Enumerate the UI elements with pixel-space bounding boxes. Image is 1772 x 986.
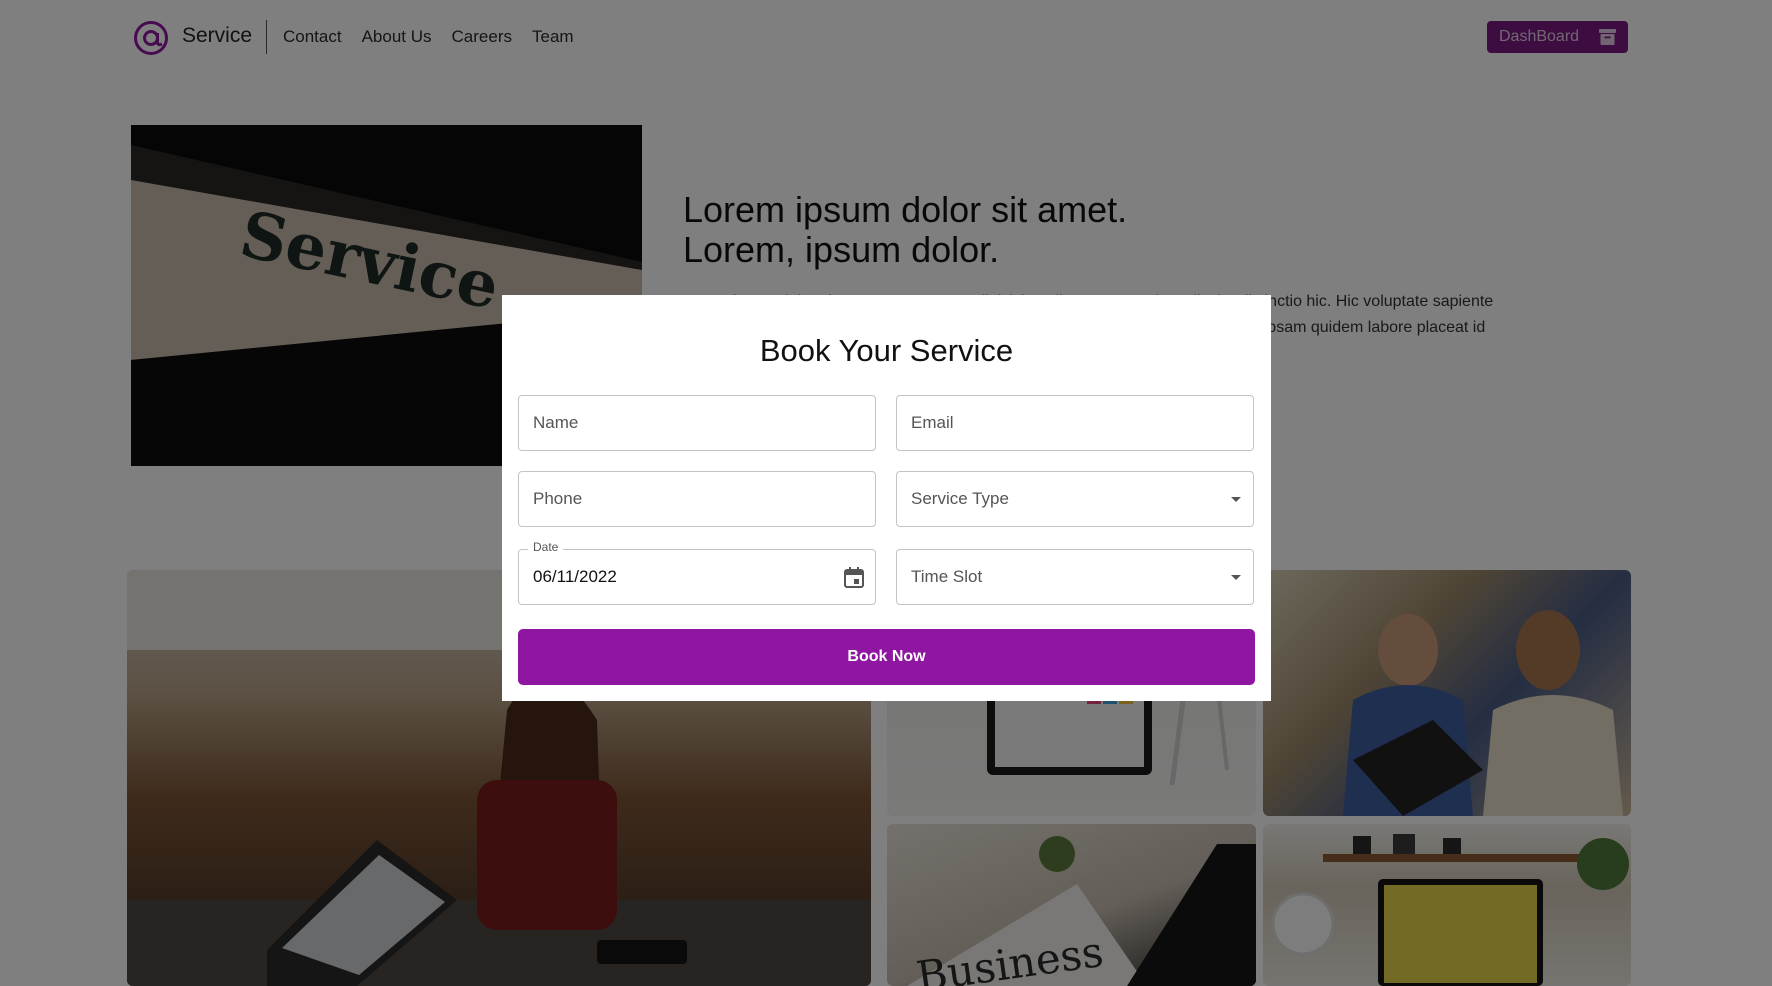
email-placeholder: Email (911, 413, 954, 432)
time-slot-select[interactable]: Time Slot (896, 549, 1254, 605)
chevron-down-icon (1231, 575, 1241, 580)
book-now-button[interactable]: Book Now (518, 629, 1255, 685)
chevron-down-icon (1231, 497, 1241, 502)
calendar-icon[interactable] (844, 567, 864, 588)
name-field[interactable]: Name (518, 395, 876, 451)
name-placeholder: Name (533, 413, 579, 432)
date-field[interactable]: Date 06/11/2022 (518, 540, 876, 605)
service-type-select[interactable]: Service Type (896, 471, 1254, 527)
date-value: 06/11/2022 (533, 567, 617, 586)
date-label: Date (528, 540, 564, 554)
email-field[interactable]: Email (896, 395, 1254, 451)
service-type-placeholder: Service Type (911, 489, 1009, 508)
phone-field[interactable]: Phone (518, 471, 876, 527)
booking-modal: Book Your Service Name Email Phone Servi… (502, 295, 1271, 701)
phone-placeholder: Phone (533, 489, 583, 508)
modal-title: Book Your Service (759, 333, 1014, 368)
time-slot-placeholder: Time Slot (911, 567, 983, 586)
